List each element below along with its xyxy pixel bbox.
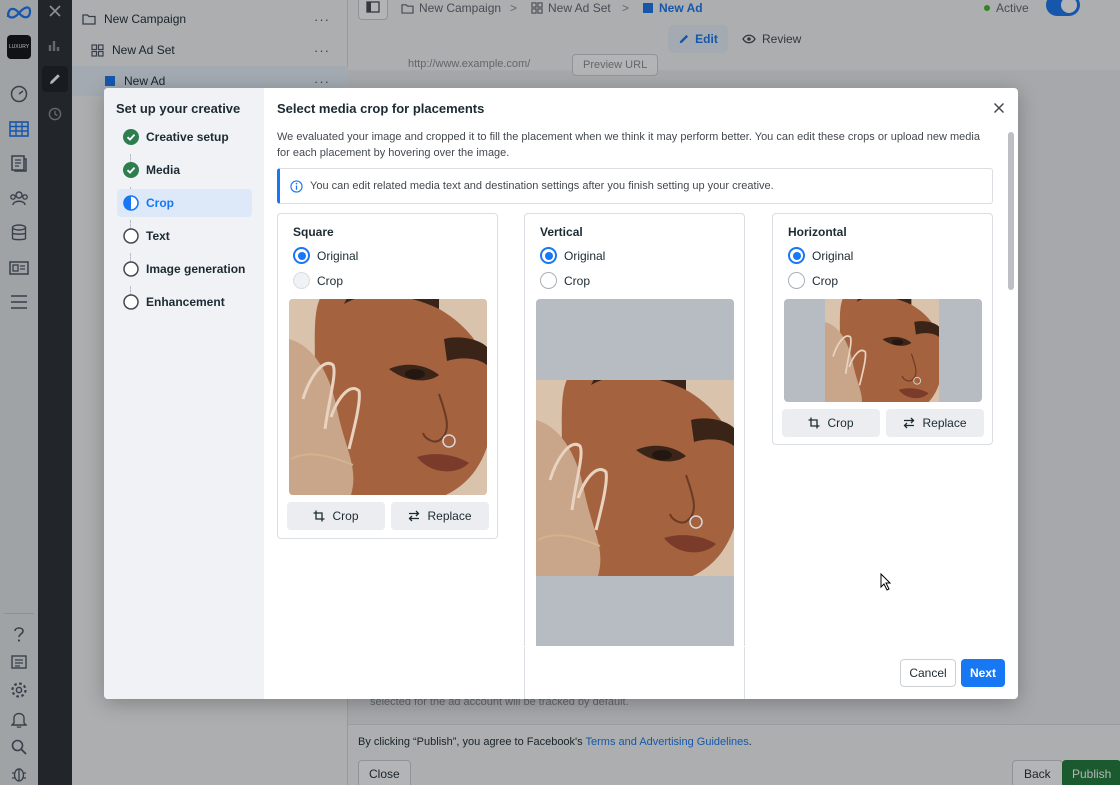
radio-button[interactable] (788, 272, 805, 289)
info-icon (290, 179, 303, 193)
empty-circle-icon (123, 261, 139, 277)
portrait-photo (825, 299, 939, 402)
radio-crop[interactable]: Crop (293, 272, 343, 289)
radio-original[interactable]: Original (293, 247, 358, 264)
radio-crop[interactable]: Crop (540, 272, 590, 289)
radio-button[interactable] (788, 247, 805, 264)
radio-button[interactable] (293, 272, 310, 289)
step-text[interactable]: Text (117, 222, 252, 250)
footer-divider (264, 646, 1018, 647)
radio-button[interactable] (540, 272, 557, 289)
dialog-title: Select media crop for placements (277, 101, 485, 116)
swap-arrows-icon (409, 510, 420, 522)
creative-steps-sidebar: Set up your creative Creative setup Medi… (104, 88, 264, 699)
step-image-generation[interactable]: Image generation (117, 255, 252, 283)
empty-circle-icon (123, 228, 139, 244)
radio-original[interactable]: Original (788, 247, 853, 264)
placement-card-vertical: Vertical Original Crop (524, 213, 745, 699)
step-crop[interactable]: Crop (117, 189, 252, 217)
media-preview-horizontal[interactable] (784, 299, 982, 402)
next-button[interactable]: Next (961, 659, 1005, 687)
info-banner: You can edit related media text and dest… (277, 168, 993, 204)
radio-original[interactable]: Original (540, 247, 605, 264)
radio-crop[interactable]: Crop (788, 272, 838, 289)
replace-button[interactable]: Replace (391, 502, 489, 530)
card-title: Vertical (540, 225, 583, 239)
check-circle-icon (123, 129, 139, 145)
portrait-photo (289, 299, 487, 495)
step-creative-setup[interactable]: Creative setup (117, 123, 252, 151)
dialog-description: We evaluated your image and cropped it t… (277, 131, 980, 159)
scrollbar-thumb[interactable] (1008, 132, 1014, 290)
portrait-photo (536, 380, 734, 576)
card-title: Horizontal (788, 225, 847, 239)
dialog-scrollbar[interactable] (1008, 128, 1014, 648)
radio-button[interactable] (540, 247, 557, 264)
close-icon[interactable] (991, 100, 1007, 116)
swap-arrows-icon (904, 417, 915, 429)
replace-button[interactable]: Replace (886, 409, 984, 437)
crop-icon (313, 510, 325, 522)
placement-card-horizontal: Horizontal Original Crop Crop Replace (772, 213, 993, 445)
step-media[interactable]: Media (117, 156, 252, 184)
media-preview-vertical[interactable] (536, 299, 734, 647)
placement-card-square: Square Original Crop Crop Replace (277, 213, 498, 539)
step-enhancement[interactable]: Enhancement (117, 288, 252, 316)
check-circle-icon (123, 162, 139, 178)
crop-dialog-main: Select media crop for placements We eval… (264, 88, 1018, 699)
empty-circle-icon (123, 294, 139, 310)
mouse-cursor-icon (880, 573, 892, 591)
crop-icon (808, 417, 820, 429)
cancel-button[interactable]: Cancel (900, 659, 956, 687)
crop-button[interactable]: Crop (287, 502, 385, 530)
half-circle-icon (123, 195, 139, 211)
card-title: Square (293, 225, 334, 239)
steps-title: Set up your creative (116, 101, 241, 116)
crop-placements-dialog: Set up your creative Creative setup Medi… (104, 88, 1018, 699)
crop-button[interactable]: Crop (782, 409, 880, 437)
media-preview-square[interactable] (289, 299, 487, 495)
radio-button[interactable] (293, 247, 310, 264)
